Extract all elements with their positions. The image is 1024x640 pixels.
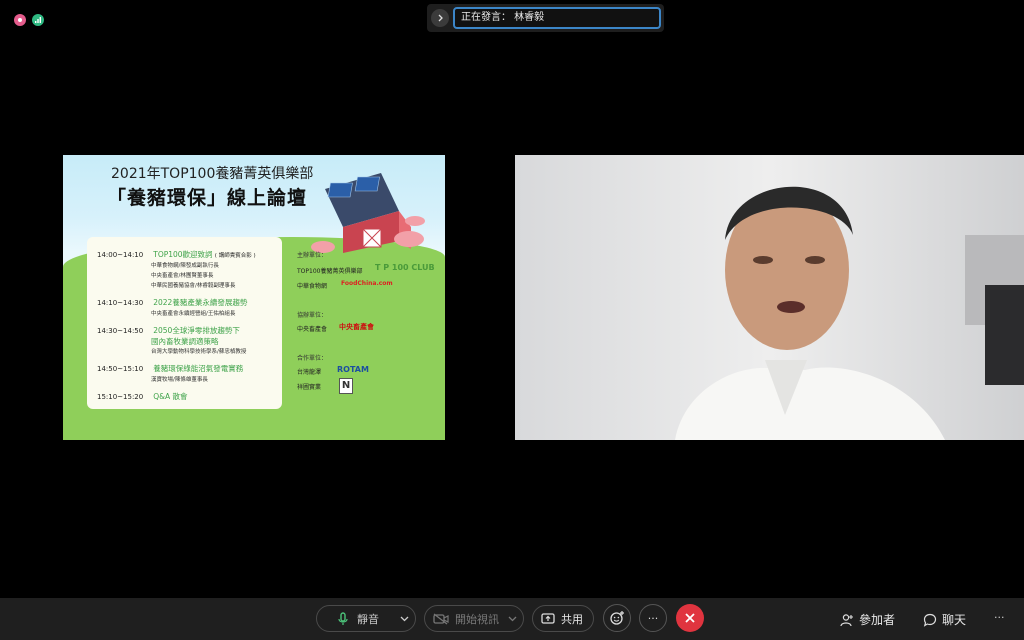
pig-illustration <box>394 231 424 247</box>
xiangpu-logo: N <box>339 378 353 394</box>
mute-label: 靜音 <box>357 612 379 626</box>
agenda-time: 14:00~14:10 <box>97 251 144 259</box>
agenda-item: 14:50~15:10 養豬環保綠能沼氣發電實務 <box>97 363 243 374</box>
slide-subtitle: 「養豬環保」線上論壇 <box>107 187 308 209</box>
agenda-speaker: 台灣大學動物科學技術學系/蘇忠楨教授 <box>151 349 247 355</box>
foodchina-logo: FoodChina.com <box>341 280 393 287</box>
chat-button[interactable]: 聊天 <box>923 611 966 628</box>
active-speaker-label: 正在發言： 林睿毅 <box>453 7 661 29</box>
microphone-icon <box>337 611 349 626</box>
share-button[interactable]: 共用 <box>532 605 594 632</box>
participants-label: 參加者 <box>859 613 896 627</box>
share-label: 共用 <box>561 612 583 626</box>
chat-bubble-icon <box>923 613 937 627</box>
agenda-time: 14:10~14:30 <box>97 299 144 307</box>
agenda-time: 14:50~15:10 <box>97 365 144 373</box>
partner-name: 台灣龍澤 <box>297 369 322 376</box>
rotam-logo: ROTAM <box>337 365 369 374</box>
more-options-button[interactable]: ··· <box>639 604 667 632</box>
participant-video[interactable] <box>515 155 1024 440</box>
agenda-speaker: 中央畜產會/林團賢董事長 <box>151 273 214 279</box>
participant-video-frame <box>515 155 1024 440</box>
meeting-toolbar: 靜音 開始視訊 共用 ··· 參加者 聊天 ··· <box>0 598 1024 640</box>
agenda-speaker: 中華民國養豬協會/林睿毅副理事長 <box>151 283 236 289</box>
agenda-note: ( 講師貴賓合影 ) <box>214 253 256 259</box>
agenda-title: Q&A 散會 <box>153 392 188 401</box>
emoji-plus-icon <box>610 611 624 625</box>
status-icons <box>14 14 44 26</box>
co-organizer-name: 中央畜產會 <box>297 326 328 333</box>
agenda-title: 養豬環保綠能沼氣發電實務 <box>153 364 244 373</box>
signal-icon[interactable] <box>32 14 44 26</box>
host-name: 中華食物網 <box>297 283 328 290</box>
start-video-button[interactable]: 開始視訊 <box>424 605 524 632</box>
host-heading: 主辦單位： <box>297 252 328 259</box>
agenda-title-line2: 國內畜牧業調適策略 <box>151 337 219 346</box>
video-off-icon <box>433 612 449 625</box>
top100-club-logo: T P 100 CLUB <box>375 263 435 272</box>
chevron-down-icon[interactable] <box>508 614 517 623</box>
agenda-speaker: 中央畜產會永續經營組/王佑柏組長 <box>151 311 236 317</box>
agenda-title: TOP100歡迎致詞 <box>153 250 213 259</box>
chat-label: 聊天 <box>942 613 967 627</box>
share-screen-icon <box>541 612 555 625</box>
end-call-button[interactable] <box>676 604 704 632</box>
host-name: TOP100養豬菁英俱樂部 <box>297 268 363 275</box>
shared-screen-slide: 2021年TOP100養豬菁英俱樂部 「養豬環保」線上論壇 14:00~14:1… <box>63 155 445 440</box>
agenda-title: 2050全球淨零排放趨勢下 <box>153 326 240 335</box>
partner-name: 祥圃實業 <box>297 384 322 391</box>
agenda-item: 14:10~14:30 2022養豬產業永續發展趨勢 <box>97 297 247 308</box>
chevron-down-icon[interactable] <box>400 614 409 623</box>
agenda-speaker: 漢寶牧場/陳條雄董事長 <box>151 377 208 383</box>
start-video-label: 開始視訊 <box>455 612 499 626</box>
agenda-title: 2022養豬產業永續發展趨勢 <box>153 298 248 307</box>
co-organizer-heading: 協辦單位： <box>297 312 328 319</box>
overflow-menu-button[interactable]: ··· <box>994 611 1005 624</box>
speaker-indicator: 正在發言： 林睿毅 <box>427 4 664 32</box>
reactions-button[interactable] <box>603 604 631 632</box>
slide-title: 2021年TOP100養豬菁英俱樂部 <box>111 166 314 182</box>
agenda-item: 15:10~15:20 Q&A 散會 <box>97 391 188 402</box>
agenda-time: 15:10~15:20 <box>97 393 144 401</box>
recording-icon <box>14 14 26 26</box>
agenda-time: 14:30~14:50 <box>97 327 144 335</box>
agenda-item: 14:00~14:10 TOP100歡迎致詞 ( 講師貴賓合影 ) <box>97 249 256 260</box>
agenda-speaker: 中華食物網/陳發成副執行長 <box>151 263 219 269</box>
mute-button[interactable]: 靜音 <box>316 605 416 632</box>
chevron-right-icon[interactable] <box>431 9 449 27</box>
agenda-card: 14:00~14:10 TOP100歡迎致詞 ( 講師貴賓合影 ) 中華食物網/… <box>87 237 282 409</box>
close-icon <box>685 613 695 623</box>
agenda-item: 14:30~14:50 2050全球淨零排放趨勢下 <box>97 325 240 336</box>
people-icon <box>840 613 853 626</box>
partner-heading: 合作單位： <box>297 355 328 362</box>
naif-logo: 中央畜產會 <box>339 323 374 331</box>
participants-button[interactable]: 參加者 <box>840 611 895 628</box>
